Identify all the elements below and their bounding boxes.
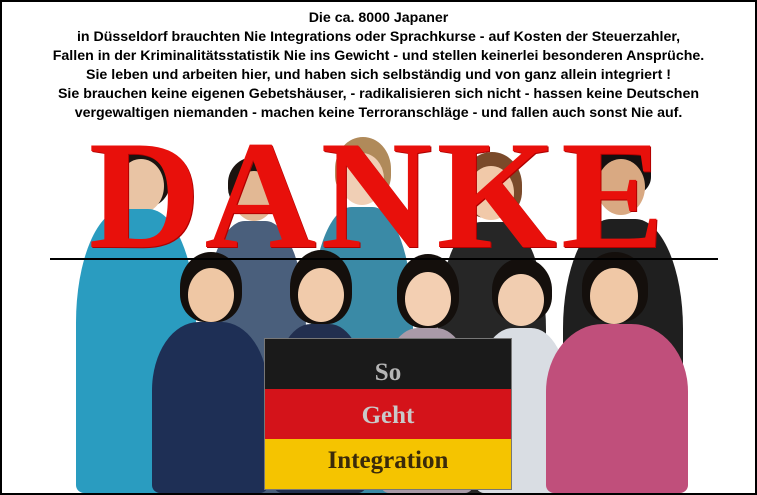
danke-headline: DANKE — [88, 109, 669, 281]
person-front-1 — [150, 252, 270, 493]
intro-line: Sie brauchen keine eigenen Gebetshäuser,… — [57, 86, 700, 102]
german-flag-sign: So Geht Integration — [264, 338, 512, 490]
flag-text-geht: Geht — [361, 402, 415, 429]
flag-text-integration: Integration — [327, 447, 449, 474]
intro-text: Die ca. 8000 Japaner in Düsseldorf brauc… — [2, 9, 755, 123]
intro-line: Fallen in der Kriminalitätsstatistik Nie… — [52, 48, 705, 64]
person-front-5 — [542, 252, 692, 493]
intro-line: Die ca. 8000 Japaner — [308, 10, 449, 26]
flag-text-so: So — [374, 359, 402, 386]
intro-line: Sie leben und arbeiten hier, und haben s… — [86, 67, 671, 83]
headline-underline — [50, 258, 718, 260]
meme-frame: Die ca. 8000 Japaner in Düsseldorf brauc… — [0, 0, 757, 495]
intro-line: in Düsseldorf brauchten Nie Integrations… — [76, 29, 681, 45]
